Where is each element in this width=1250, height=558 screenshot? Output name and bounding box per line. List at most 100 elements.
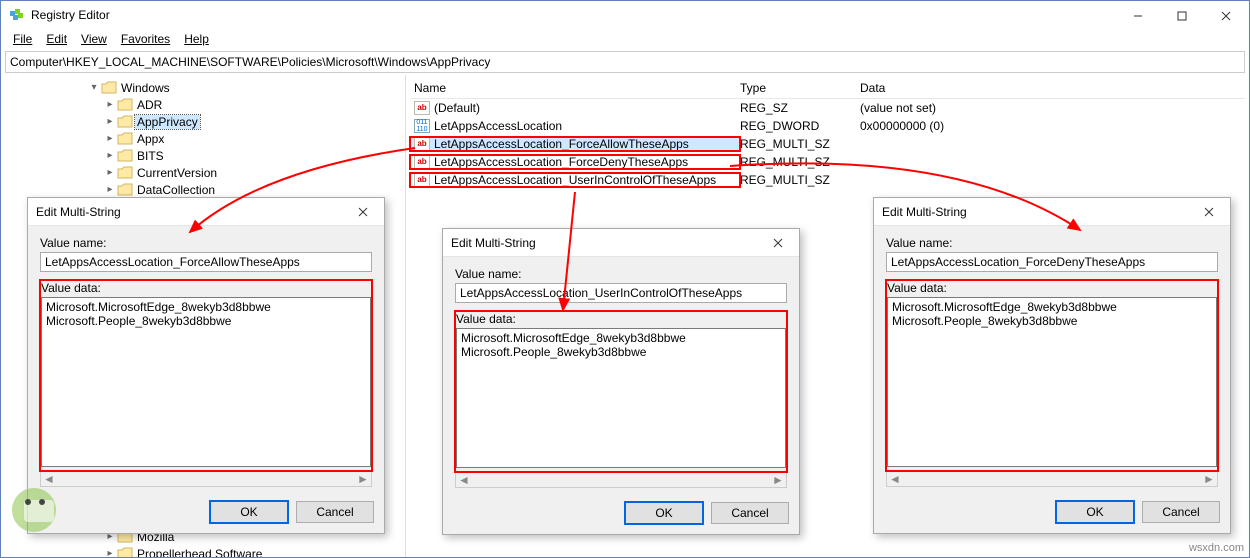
- value-row[interactable]: ab LetAppsAccessLocation_ForceAllowTheseA…: [410, 135, 1245, 153]
- tree-item-appx[interactable]: ▸ Appx: [3, 130, 403, 147]
- folder-icon: [117, 166, 133, 180]
- tree-label: AppPrivacy: [135, 115, 200, 129]
- value-name: LetAppsAccessLocation_UserInControlOfThe…: [434, 173, 716, 187]
- dialog-forcedeny: Edit Multi-String Value name: Value data…: [873, 197, 1231, 534]
- watermark-text: wsxdn.com: [1189, 542, 1244, 554]
- cancel-button[interactable]: Cancel: [296, 501, 374, 523]
- value-name-input[interactable]: [455, 283, 787, 303]
- value-icon: ab: [414, 155, 430, 169]
- folder-icon: [117, 132, 133, 146]
- scrollbar[interactable]: ◄►: [886, 471, 1218, 487]
- dialog-userincontrol: Edit Multi-String Value name: Value data…: [442, 228, 800, 535]
- value-name-input[interactable]: [40, 252, 372, 272]
- value-type: REG_MULTI_SZ: [740, 173, 860, 187]
- column-type[interactable]: Type: [740, 81, 860, 95]
- cancel-button[interactable]: Cancel: [711, 502, 789, 524]
- value-icon: 011110: [414, 119, 430, 133]
- folder-icon: [117, 98, 133, 112]
- ok-button[interactable]: OK: [625, 502, 703, 524]
- value-icon: ab: [414, 101, 430, 115]
- tree-label: Appx: [135, 132, 166, 146]
- tree-label: CurrentVersion: [135, 166, 219, 180]
- window-title: Registry Editor: [31, 8, 1241, 22]
- column-headers[interactable]: Name Type Data: [410, 77, 1245, 99]
- menu-edit[interactable]: Edit: [40, 30, 73, 48]
- minimize-button[interactable]: [1116, 2, 1160, 30]
- folder-icon: [117, 183, 133, 197]
- tree-item-bits[interactable]: ▸ BITS: [3, 147, 403, 164]
- value-name: LetAppsAccessLocation: [434, 119, 562, 133]
- dialog-close-button[interactable]: [759, 231, 797, 255]
- tree-label: Windows: [119, 81, 172, 95]
- folder-icon: [117, 115, 133, 129]
- regedit-icon: [9, 7, 25, 23]
- address-text: Computer\HKEY_LOCAL_MACHINE\SOFTWARE\Pol…: [10, 55, 490, 69]
- value-data: (value not set): [860, 101, 1245, 115]
- value-icon: ab: [414, 137, 430, 151]
- menu-favorites[interactable]: Favorites: [115, 30, 176, 48]
- ok-button[interactable]: OK: [210, 501, 288, 523]
- column-data[interactable]: Data: [860, 81, 1245, 95]
- dialog-forceallow: Edit Multi-String Value name: Value data…: [27, 197, 385, 534]
- value-data-label: Value data:: [456, 312, 786, 326]
- value-data-textarea[interactable]: [456, 328, 786, 468]
- value-name: LetAppsAccessLocation_ForceDenyTheseApps: [434, 155, 688, 169]
- menu-view[interactable]: View: [75, 30, 113, 48]
- expander-icon[interactable]: ▸: [103, 149, 117, 163]
- value-data-textarea[interactable]: [41, 297, 371, 467]
- value-type: REG_SZ: [740, 101, 860, 115]
- value-name-label: Value name:: [455, 267, 787, 281]
- tree-label: DataCollection: [135, 183, 217, 197]
- value-type: REG_MULTI_SZ: [740, 155, 860, 169]
- tree-item-windows[interactable]: ▾ Windows: [3, 79, 403, 96]
- value-icon: ab: [414, 173, 430, 187]
- value-row[interactable]: 011110 LetAppsAccessLocation REG_DWORD0x00…: [410, 117, 1245, 135]
- expander-icon[interactable]: ▸: [103, 132, 117, 146]
- value-name: (Default): [434, 101, 480, 115]
- dialog-close-button[interactable]: [344, 200, 382, 224]
- watermark-logo: [6, 480, 78, 540]
- expander-icon[interactable]: ▸: [103, 547, 117, 558]
- tree-label: BITS: [135, 149, 166, 163]
- value-name-label: Value name:: [40, 236, 372, 250]
- ok-button[interactable]: OK: [1056, 501, 1134, 523]
- close-button[interactable]: [1204, 2, 1248, 30]
- value-row[interactable]: ab LetAppsAccessLocation_UserInControlOfT…: [410, 171, 1245, 189]
- value-type: REG_DWORD: [740, 119, 860, 133]
- expander-icon[interactable]: ▾: [87, 81, 101, 95]
- expander-icon[interactable]: ▸: [103, 115, 117, 129]
- tree-item-propellerhead software[interactable]: ▸Propellerhead Software: [3, 545, 403, 557]
- tree-item-currentversion[interactable]: ▸ CurrentVersion: [3, 164, 403, 181]
- value-data-label: Value data:: [41, 281, 371, 295]
- expander-icon[interactable]: ▸: [103, 183, 117, 197]
- dialog-title: Edit Multi-String: [443, 229, 799, 257]
- value-name-input[interactable]: [886, 252, 1218, 272]
- scrollbar[interactable]: ◄►: [455, 472, 787, 488]
- tree-label: ADR: [135, 98, 164, 112]
- tree-item-adr[interactable]: ▸ ADR: [3, 96, 403, 113]
- cancel-button[interactable]: Cancel: [1142, 501, 1220, 523]
- tree-item-datacollection[interactable]: ▸ DataCollection: [3, 181, 403, 198]
- dialog-title: Edit Multi-String: [28, 198, 384, 226]
- value-name: LetAppsAccessLocation_ForceAllowTheseApp…: [434, 137, 689, 151]
- column-name[interactable]: Name: [410, 81, 740, 95]
- value-row[interactable]: ab (Default) REG_SZ(value not set): [410, 99, 1245, 117]
- maximize-button[interactable]: [1160, 2, 1204, 30]
- tree-item-appprivacy[interactable]: ▸ AppPrivacy: [3, 113, 403, 130]
- value-data-textarea[interactable]: [887, 297, 1217, 467]
- value-data-label: Value data:: [887, 281, 1217, 295]
- value-data: 0x00000000 (0): [860, 119, 1245, 133]
- expander-icon[interactable]: ▸: [103, 98, 117, 112]
- menu-help[interactable]: Help: [178, 30, 215, 48]
- address-bar[interactable]: Computer\HKEY_LOCAL_MACHINE\SOFTWARE\Pol…: [5, 51, 1245, 73]
- dialog-close-button[interactable]: [1190, 200, 1228, 224]
- menu-file[interactable]: File: [7, 30, 38, 48]
- folder-icon: [101, 81, 117, 95]
- folder-icon: [117, 547, 133, 558]
- value-row[interactable]: ab LetAppsAccessLocation_ForceDenyTheseAp…: [410, 153, 1245, 171]
- expander-icon[interactable]: ▸: [103, 166, 117, 180]
- titlebar: Registry Editor: [1, 1, 1249, 29]
- scrollbar[interactable]: ◄►: [40, 471, 372, 487]
- folder-icon: [117, 149, 133, 163]
- menubar: File Edit View Favorites Help: [1, 29, 1249, 49]
